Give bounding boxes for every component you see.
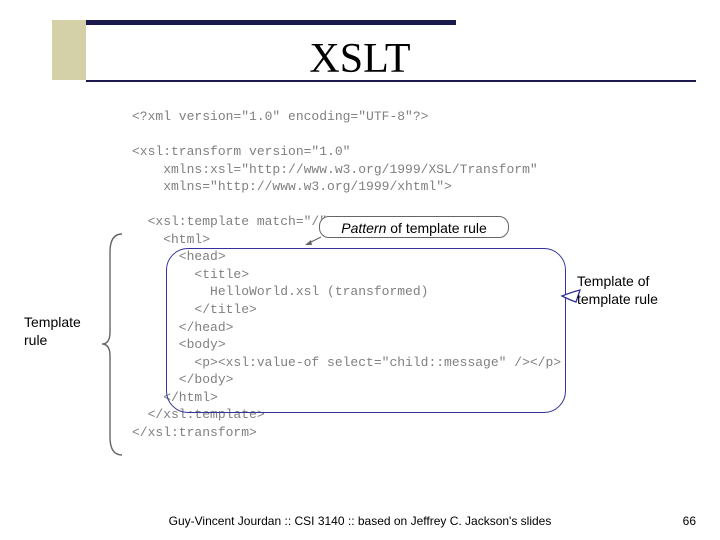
callout-template-of-template: Template of template rule	[577, 272, 687, 308]
pattern-arrow-icon	[305, 234, 321, 246]
callout-template-rule: Template rule	[24, 313, 104, 349]
callout-pattern-italic: Pattern	[341, 220, 386, 236]
header-rule-under	[86, 80, 696, 82]
slide-title: XSLT	[0, 35, 720, 83]
page-number: 66	[683, 514, 696, 528]
footer: Guy-Vincent Jourdan :: CSI 3140 :: based…	[0, 514, 720, 528]
template-bubble	[166, 248, 566, 413]
callout-pattern-rest: of template rule	[386, 220, 486, 236]
callout-pattern: Pattern of template rule	[319, 216, 509, 238]
footer-text: Guy-Vincent Jourdan :: CSI 3140 :: based…	[0, 514, 720, 528]
header-rule-top	[86, 20, 456, 25]
